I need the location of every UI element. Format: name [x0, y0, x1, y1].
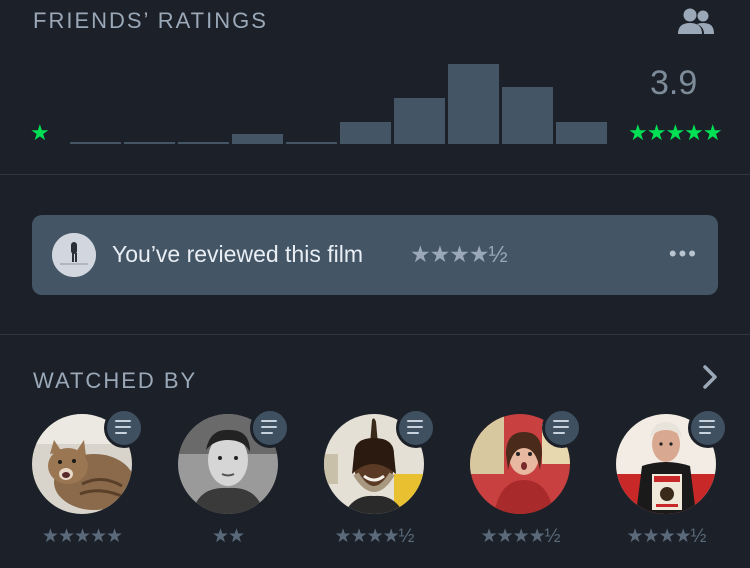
review-badge-icon[interactable]	[250, 408, 290, 448]
histogram-bar[interactable]	[448, 64, 499, 144]
chevron-right-icon[interactable]	[700, 364, 720, 390]
histogram-bar[interactable]	[124, 142, 175, 144]
review-badge-icon[interactable]	[688, 408, 728, 448]
friend-item[interactable]: ★★★★½	[616, 408, 728, 554]
friend-rating-stars: ★★★★½	[480, 526, 561, 547]
histogram-bar[interactable]	[178, 142, 229, 144]
review-badge-icon[interactable]	[396, 408, 436, 448]
histogram-bar[interactable]	[70, 142, 121, 144]
review-status-text: You’ve reviewed this film	[112, 241, 363, 267]
user-avatar	[52, 233, 96, 277]
friend-item[interactable]: ★★★★½	[470, 408, 582, 554]
review-stars: ★★★★½	[410, 241, 508, 267]
friend-item[interactable]: ★★★★★	[32, 408, 144, 554]
ratings-histogram[interactable]	[70, 40, 610, 144]
friend-rating-stars: ★★★★★	[41, 526, 123, 547]
friend-rating-stars: ★★★★½	[334, 526, 415, 547]
review-banner[interactable]: You’ve reviewed this film ★★★★½ •••	[32, 215, 718, 295]
histogram-bar[interactable]	[502, 87, 553, 144]
divider	[0, 174, 750, 175]
histogram-bar[interactable]	[394, 98, 445, 144]
average-rating: 3.9	[650, 64, 698, 102]
review-badge-icon[interactable]	[542, 408, 582, 448]
friends-icon[interactable]	[676, 6, 716, 38]
divider	[0, 334, 750, 335]
friend-item[interactable]: ★★	[178, 408, 290, 554]
review-badge-icon[interactable]	[104, 408, 144, 448]
max-stars-icon: ★★★★★	[628, 120, 723, 145]
friend-item[interactable]: ★★★★½	[324, 408, 436, 554]
friend-rating-stars: ★★★★½	[626, 526, 707, 547]
min-star-icon: ★	[30, 120, 50, 145]
histogram-bar[interactable]	[232, 134, 283, 144]
more-options-icon[interactable]: •••	[669, 241, 698, 267]
histogram-bar[interactable]	[556, 122, 607, 144]
histogram-bar[interactable]	[286, 142, 337, 144]
friend-rating-stars: ★★	[211, 526, 245, 547]
watched-by-title: WATCHED BY	[33, 368, 198, 393]
histogram-bar[interactable]	[340, 122, 391, 144]
friends-ratings-title: FRIENDS’ RATINGS	[33, 8, 268, 33]
